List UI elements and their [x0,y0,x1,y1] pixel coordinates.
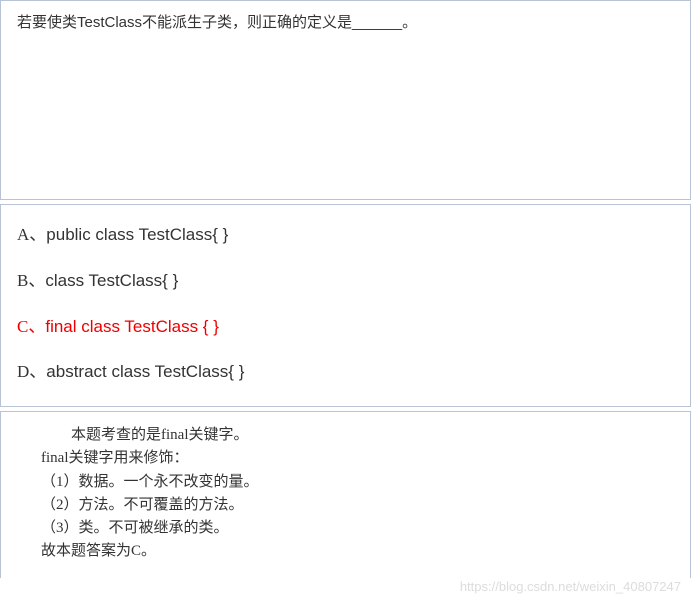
option-label: B、 [17,271,45,290]
explanation-line: （2）方法。不可覆盖的方法。 [41,494,674,517]
explanation-line: 故本题答案为C。 [41,540,674,563]
option-label: D、 [17,362,46,381]
option-a[interactable]: A、public class TestClass{ } [17,223,674,247]
option-code: final class TestClass { } [45,317,219,336]
explanation-line: final关键字用来修饰： [41,447,674,470]
quiz-container: 若要使类TestClass不能派生子类，则正确的定义是______。 A、pub… [0,0,691,600]
question-text: 若要使类TestClass不能派生子类，则正确的定义是______。 [17,11,674,35]
options-panel: A、public class TestClass{ } B、class Test… [0,204,691,407]
option-d[interactable]: D、abstract class TestClass{ } [17,360,674,384]
option-b[interactable]: B、class TestClass{ } [17,269,674,293]
option-code: abstract class TestClass{ } [46,362,244,381]
option-code: public class TestClass{ } [46,225,228,244]
option-label: C、 [17,317,45,336]
explanation-line: （1）数据。一个永不改变的量。 [41,471,674,494]
explanation-line: 本题考查的是final关键字。 [41,424,674,447]
explanation-panel: 本题考查的是final关键字。 final关键字用来修饰： （1）数据。一个永不… [0,411,691,578]
option-c[interactable]: C、final class TestClass { } [17,315,674,339]
explanation-line: （3）类。不可被继承的类。 [41,517,674,540]
question-panel: 若要使类TestClass不能派生子类，则正确的定义是______。 [0,0,691,200]
option-code: class TestClass{ } [45,271,178,290]
option-label: A、 [17,225,46,244]
